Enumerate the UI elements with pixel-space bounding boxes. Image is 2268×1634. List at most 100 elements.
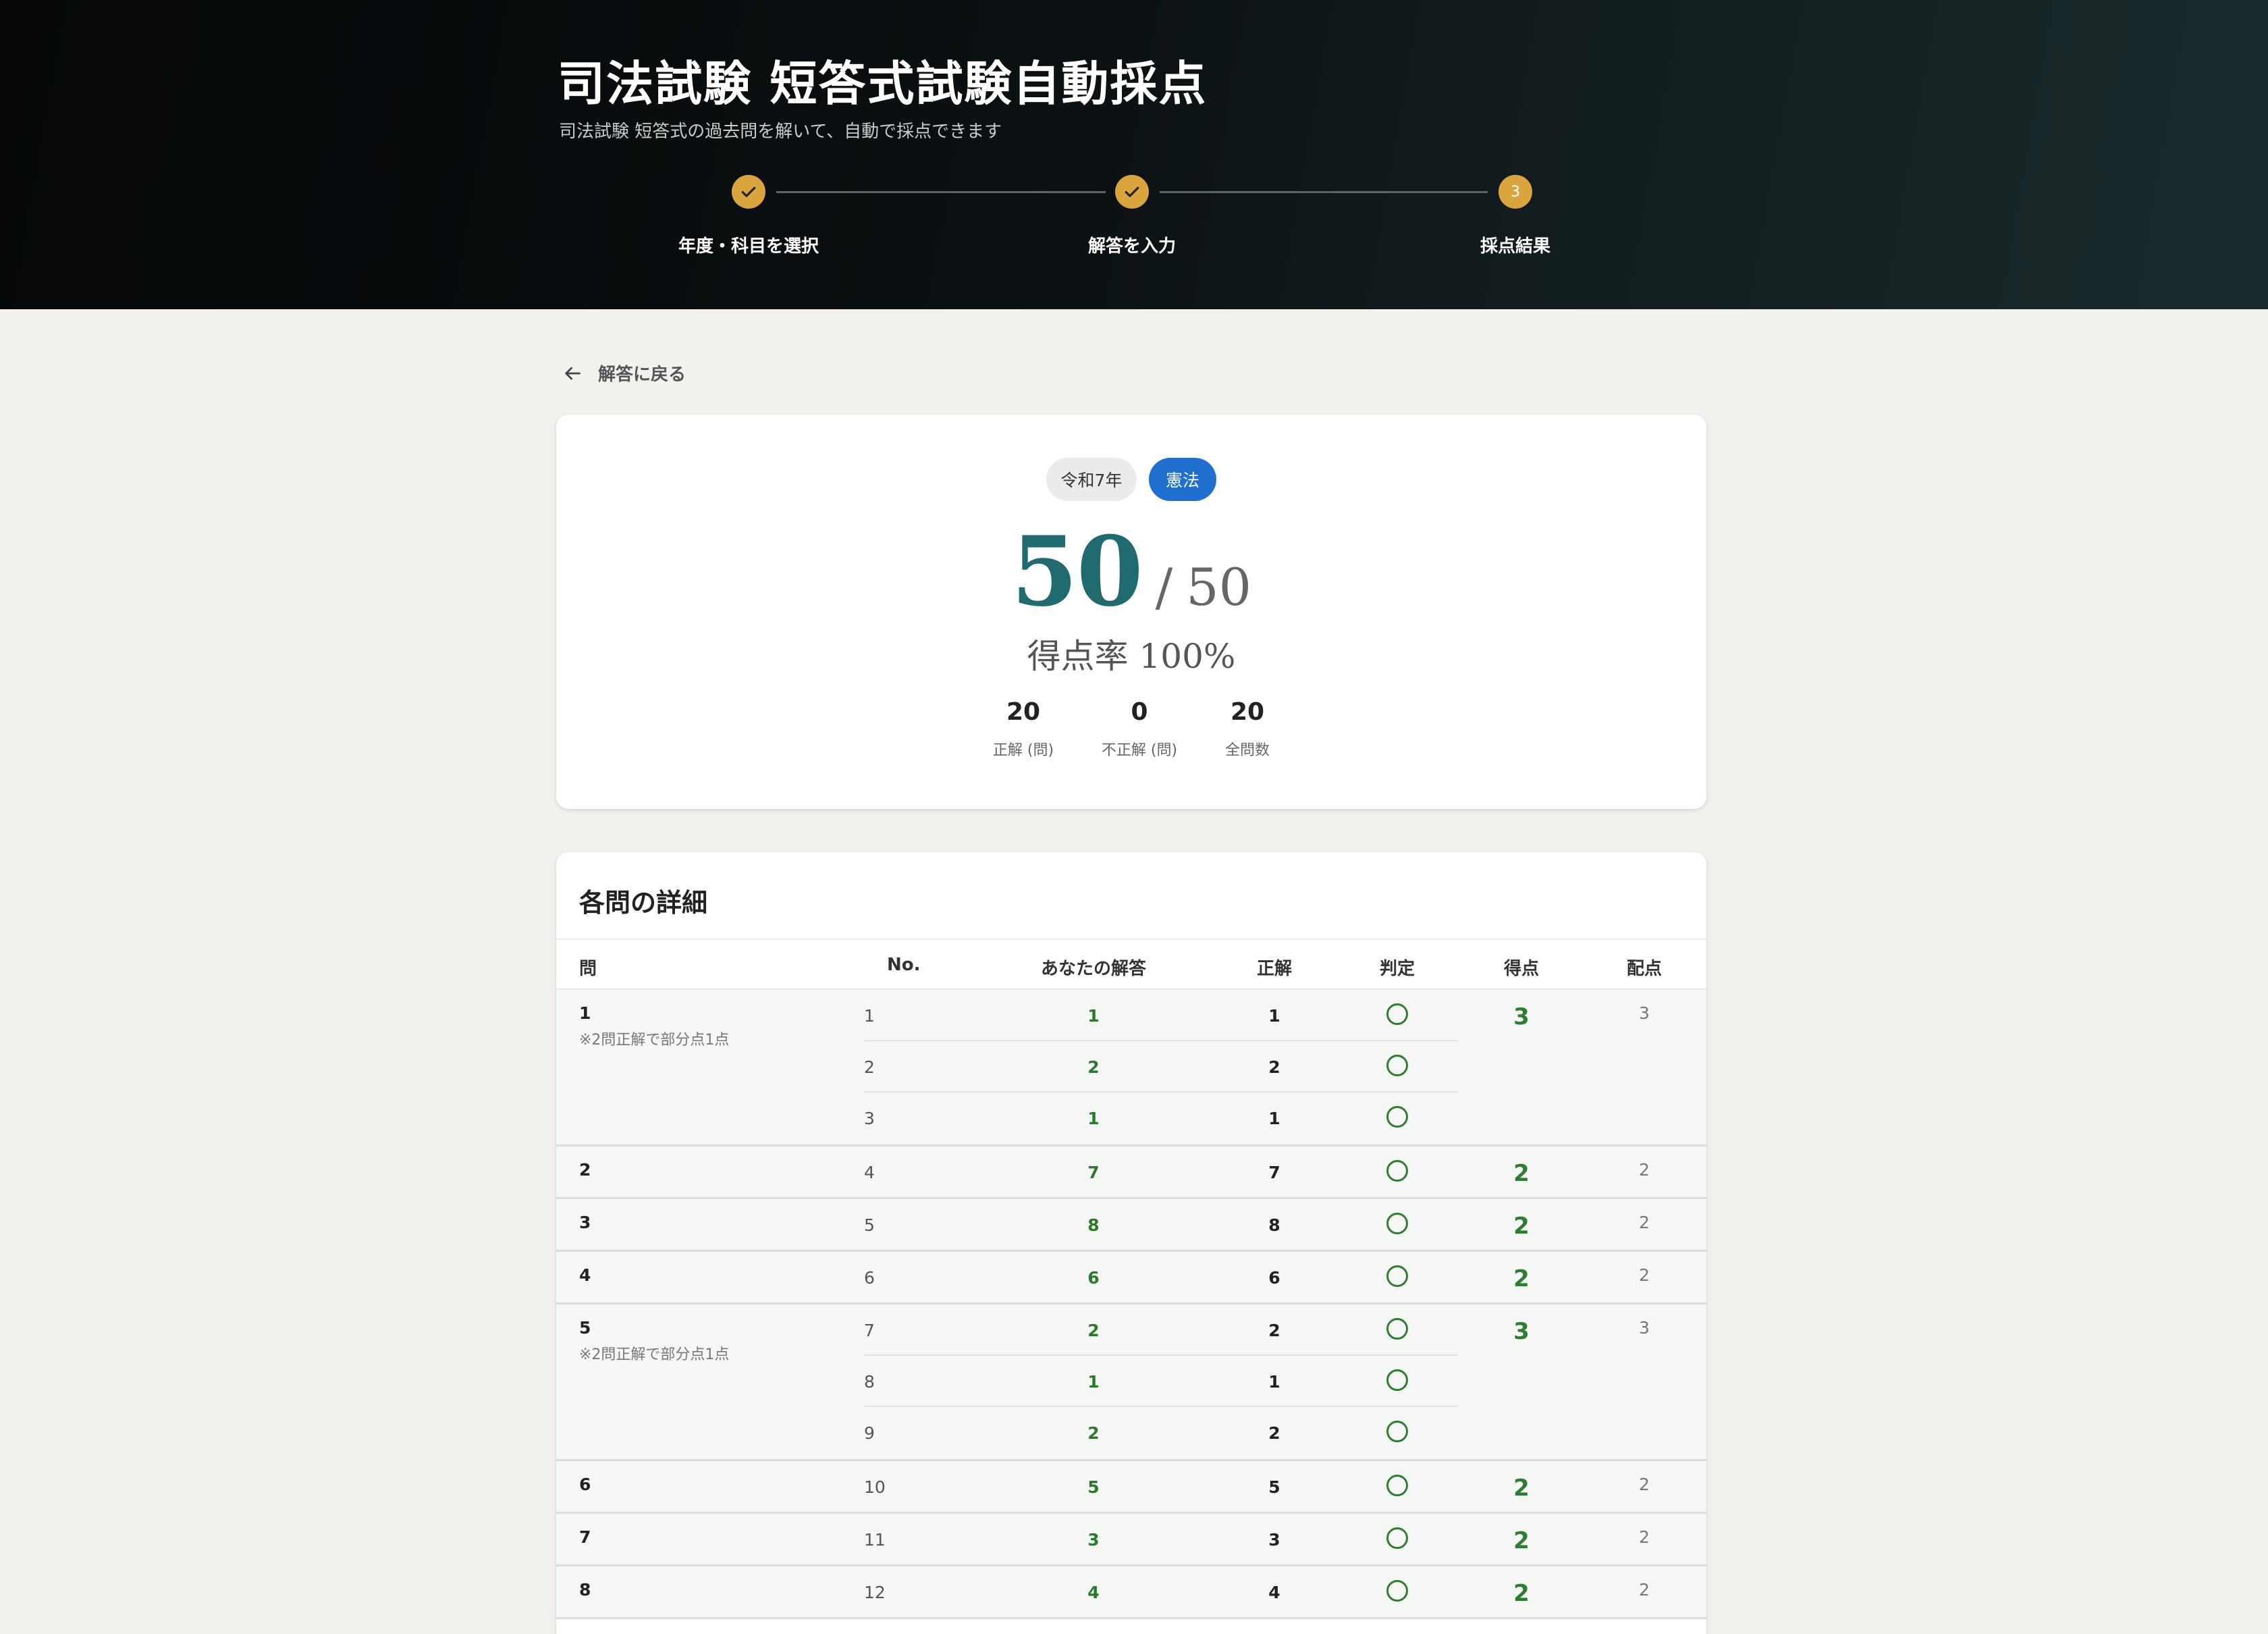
earned-points: 2 xyxy=(1513,1265,1530,1292)
sub-question-no: 8 xyxy=(864,1372,875,1392)
subject-chip: 憲法 xyxy=(1149,458,1216,501)
table-row: 3 1 1 xyxy=(864,1092,1458,1144)
stat-total-value: 20 xyxy=(1230,698,1265,726)
correct-answer: 5 xyxy=(1268,1477,1280,1497)
col-no: No. xyxy=(887,955,921,975)
stepper-connector xyxy=(1160,191,1488,193)
sub-question-no: 3 xyxy=(864,1109,875,1128)
score-value: 50 xyxy=(1011,516,1143,628)
your-answer: 7 xyxy=(1087,1163,1100,1182)
stat-correct-value: 20 xyxy=(1006,698,1041,726)
table-row: 2 2 2 xyxy=(864,1041,1458,1092)
stepper-connector xyxy=(776,191,1106,193)
correct-circle-icon xyxy=(1386,1580,1408,1602)
question-number: 8 xyxy=(579,1580,591,1600)
your-answer: 2 xyxy=(1087,1321,1100,1340)
table-row: 5 8 8 xyxy=(864,1199,1458,1250)
sub-question-no: 12 xyxy=(864,1583,886,1602)
sub-question-no: 1 xyxy=(864,1006,875,1026)
question-group: 4 6 6 6 2 2 xyxy=(556,1252,1706,1304)
max-points: 2 xyxy=(1639,1527,1650,1547)
step-3-label: 採点結果 xyxy=(1480,236,1550,257)
correct-circle-icon xyxy=(1386,1527,1408,1549)
table-row: 8 1 1 xyxy=(864,1356,1458,1407)
your-answer: 4 xyxy=(1087,1583,1100,1602)
question-number: 7 xyxy=(579,1527,591,1547)
stat-incorrect-label: 不正解 (問) xyxy=(1101,742,1178,759)
col-correct-answer: 正解 xyxy=(1256,959,1293,979)
col-question: 問 xyxy=(579,959,597,979)
earned-points: 3 xyxy=(1513,1318,1530,1345)
correct-circle-icon xyxy=(1386,1318,1408,1340)
sub-question-no: 6 xyxy=(864,1268,875,1288)
sub-question-no: 9 xyxy=(864,1423,875,1443)
question-group: 3 5 8 8 2 2 xyxy=(556,1199,1706,1252)
your-answer: 1 xyxy=(1087,1109,1100,1128)
earned-points: 2 xyxy=(1513,1527,1530,1554)
correct-circle-icon xyxy=(1386,1265,1408,1287)
score-rate: 得点率 100% xyxy=(1027,637,1236,676)
table-row: 1 1 1 xyxy=(864,990,1458,1041)
correct-answer: 6 xyxy=(1268,1268,1280,1288)
step-1-label: 年度・科目を選択 xyxy=(678,236,819,257)
year-chip: 令和7年 xyxy=(1046,458,1137,501)
table-header: 問 No. あなたの解答 正解 判定 得点 配点 xyxy=(556,939,1706,990)
progress-stepper: 3 年度・科目を選択 解答を入力 採点結果 xyxy=(0,0,2268,309)
stat-incorrect-value: 0 xyxy=(1131,698,1148,726)
question-number: 5 xyxy=(579,1318,591,1338)
table-row: 6 6 6 xyxy=(864,1252,1458,1303)
table-row: 11 3 3 xyxy=(864,1514,1458,1565)
table-row: 10 5 5 xyxy=(864,1461,1458,1512)
your-answer: 8 xyxy=(1087,1215,1100,1235)
correct-circle-icon xyxy=(1386,1421,1408,1442)
earned-points: 2 xyxy=(1513,1580,1530,1607)
correct-answer: 7 xyxy=(1268,1163,1280,1182)
correct-answer: 8 xyxy=(1268,1215,1280,1235)
your-answer: 1 xyxy=(1087,1006,1100,1026)
partial-score-note: ※2問正解で部分点1点 xyxy=(579,1346,730,1363)
correct-answer: 1 xyxy=(1268,1109,1280,1128)
correct-answer: 3 xyxy=(1268,1530,1280,1550)
stat-correct: 20 正解 (問) xyxy=(963,698,1084,760)
back-link-label: 解答に戻る xyxy=(598,365,686,385)
stat-correct-label: 正解 (問) xyxy=(992,742,1054,759)
correct-circle-icon xyxy=(1386,1055,1408,1076)
question-group: 5 ※2問正解で部分点1点 7 2 2 8 1 1 9 2 2 3 3 xyxy=(556,1304,1706,1461)
question-group: 2 4 7 7 2 2 xyxy=(556,1147,1706,1199)
max-points: 2 xyxy=(1639,1580,1650,1600)
table-row: 7 2 2 xyxy=(864,1304,1458,1356)
sub-question-no: 5 xyxy=(864,1215,875,1235)
sub-question-no: 2 xyxy=(864,1057,875,1077)
question-number: 3 xyxy=(579,1213,591,1232)
sub-question-no: 7 xyxy=(864,1321,875,1340)
sub-question-no: 10 xyxy=(864,1477,886,1497)
question-group: 1 ※2問正解で部分点1点 1 1 1 2 2 2 3 1 1 3 3 xyxy=(556,990,1706,1147)
sub-question-no: 4 xyxy=(864,1163,875,1182)
step-1-check-icon xyxy=(732,175,765,209)
score-total: 50 xyxy=(1186,557,1251,617)
back-to-answers-link[interactable]: 解答に戻る xyxy=(562,361,686,386)
sub-question-no: 11 xyxy=(864,1530,886,1550)
stat-total-label: 全問数 xyxy=(1224,742,1270,759)
col-judgement: 判定 xyxy=(1379,959,1415,979)
max-points: 3 xyxy=(1639,1003,1650,1023)
col-score: 得点 xyxy=(1503,959,1540,979)
correct-answer: 2 xyxy=(1268,1057,1280,1077)
correct-answer: 2 xyxy=(1268,1423,1280,1443)
question-number: 2 xyxy=(579,1160,591,1180)
table-row: 4 7 7 xyxy=(864,1147,1458,1198)
correct-answer: 2 xyxy=(1268,1321,1280,1340)
correct-circle-icon xyxy=(1386,1160,1408,1182)
col-max-score: 配点 xyxy=(1626,959,1663,979)
question-group: 8 12 4 4 2 2 xyxy=(556,1566,1706,1619)
question-detail-card: 各問の詳細 問 No. あなたの解答 正解 判定 得点 配点 1 ※2問正解で部分… xyxy=(556,852,1706,1634)
correct-circle-icon xyxy=(1386,1106,1408,1128)
table-row: 12 4 4 xyxy=(864,1566,1458,1618)
score-separator: / xyxy=(1155,557,1173,617)
your-answer: 6 xyxy=(1087,1268,1100,1288)
correct-answer: 4 xyxy=(1268,1583,1280,1602)
your-answer: 2 xyxy=(1087,1057,1100,1077)
earned-points: 2 xyxy=(1513,1160,1530,1187)
your-answer: 5 xyxy=(1087,1477,1100,1497)
stat-incorrect: 0 不正解 (問) xyxy=(1079,698,1200,760)
